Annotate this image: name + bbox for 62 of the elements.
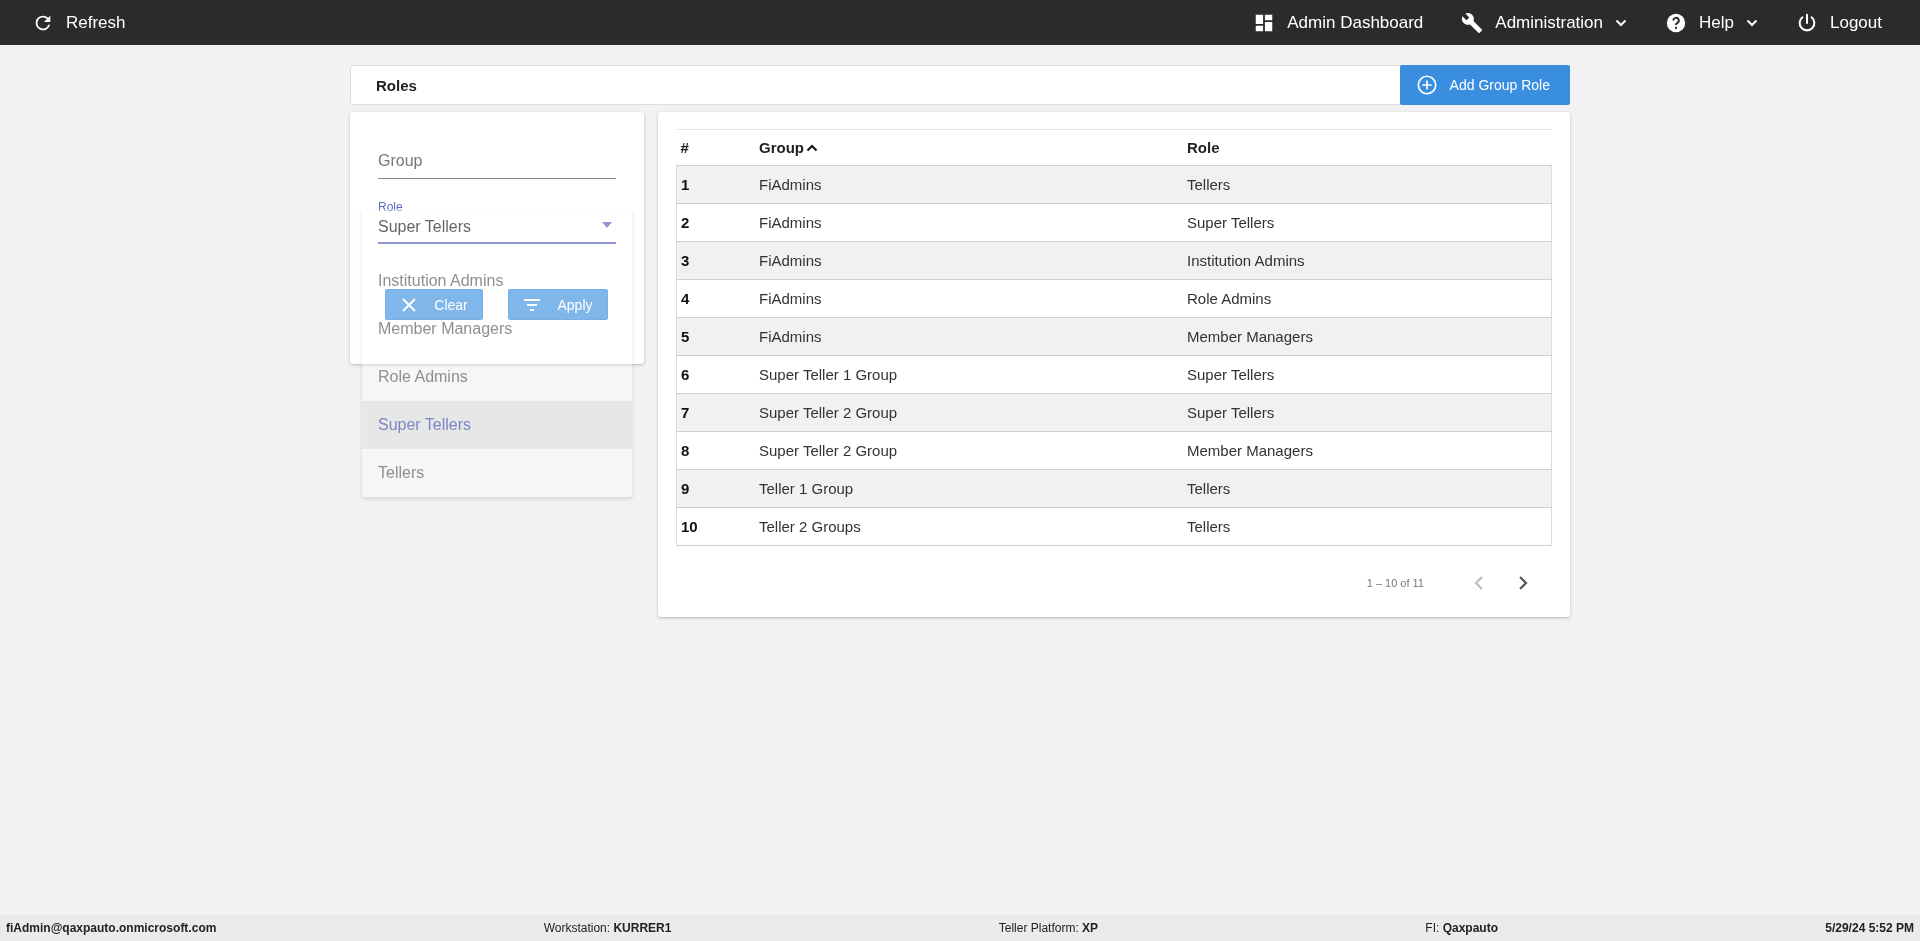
table-cell: FiAdmins xyxy=(759,328,822,345)
sort-ascending-icon xyxy=(806,143,818,152)
column-header[interactable]: # xyxy=(680,139,689,156)
caret-icon xyxy=(1615,18,1628,27)
table-cell: Tellers xyxy=(1187,176,1231,193)
table-cell: Member Managers xyxy=(1187,442,1313,459)
page-title: Roles xyxy=(375,75,418,96)
table-cell: Super Tellers xyxy=(1187,366,1275,383)
table-cell: 2 xyxy=(681,214,690,231)
dropdown-option[interactable]: Role Admins xyxy=(378,368,468,386)
dropdown-arrow-icon xyxy=(602,222,612,228)
table-cell: Institution Admins xyxy=(1187,252,1305,269)
table-cell: Super Teller 1 Group xyxy=(759,366,898,383)
status-item: fiAdmin@qaxpauto.onmicrosoft.com xyxy=(6,921,217,935)
status-item: 5/29/24 5:52 PM xyxy=(1825,921,1914,935)
table-cell: Teller 2 Groups xyxy=(759,518,861,535)
table-cell: 9 xyxy=(681,480,690,497)
add-icon xyxy=(1415,74,1438,96)
table-cell: 4 xyxy=(681,290,690,307)
status-item: Teller Platform: XP xyxy=(998,921,1099,935)
add-group-role-button[interactable]: Add Group Role xyxy=(1399,65,1570,105)
power-icon xyxy=(1796,11,1818,34)
table-cell: 6 xyxy=(681,366,690,383)
dropdown-option[interactable]: Member Managers xyxy=(378,320,513,338)
table-cell: 7 xyxy=(681,404,690,421)
page-range: 1 – 10 of 11 xyxy=(1366,577,1424,589)
table-cell: FiAdmins xyxy=(759,290,822,307)
table-cell: Member Managers xyxy=(1187,328,1313,345)
wrench-icon xyxy=(1461,11,1484,34)
table-cell: FiAdmins xyxy=(759,214,822,231)
column-header[interactable]: Role xyxy=(1187,139,1220,156)
table-cell: Tellers xyxy=(1187,518,1231,535)
table-cell: Super Tellers xyxy=(1187,214,1275,231)
help-icon xyxy=(1665,11,1688,34)
status-item: FI: Qaxpauto xyxy=(1425,921,1498,935)
dropdown-option[interactable]: Tellers xyxy=(378,464,425,482)
dropdown-option[interactable]: Institution Admins xyxy=(378,272,504,290)
nav-link[interactable]: Refresh xyxy=(32,11,126,34)
nav-link[interactable]: Administration xyxy=(1461,11,1628,34)
caret-icon xyxy=(1746,18,1758,27)
table-cell: Role Admins xyxy=(1187,290,1272,307)
status-item: Workstation: KURRER1 xyxy=(543,921,672,935)
table-cell: Teller 1 Group xyxy=(759,480,854,497)
column-header[interactable]: Group xyxy=(759,139,818,156)
table-cell: Super Tellers xyxy=(1187,404,1275,421)
table-cell: Super Teller 2 Group xyxy=(759,442,898,459)
table-cell: 8 xyxy=(681,442,690,459)
table-cell: FiAdmins xyxy=(759,176,822,193)
nav-link[interactable]: Help xyxy=(1665,11,1758,34)
table-cell: Tellers xyxy=(1187,480,1231,497)
table-cell: 3 xyxy=(681,252,690,269)
table-cell: 10 xyxy=(681,518,698,535)
table-cell: 1 xyxy=(681,176,690,193)
table-cell: FiAdmins xyxy=(759,252,822,269)
nav-link[interactable]: Admin Dashboard xyxy=(1253,11,1424,34)
role-select[interactable]: Role Super Tellers xyxy=(378,197,616,244)
next-page-button[interactable] xyxy=(1516,574,1530,592)
close-icon xyxy=(400,295,419,314)
group-field[interactable]: Group xyxy=(378,152,616,179)
table-cell: 5 xyxy=(681,328,690,345)
nav-link[interactable]: Logout xyxy=(1796,11,1882,34)
table-cell: Super Teller 2 Group xyxy=(759,404,898,421)
